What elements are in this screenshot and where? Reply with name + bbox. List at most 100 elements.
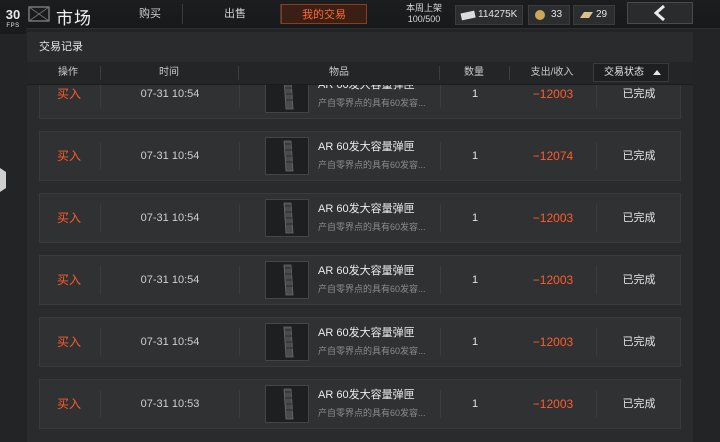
magazine-icon [283, 264, 294, 296]
row-amount: −12003 [532, 397, 574, 411]
currency-coin: 33 [528, 5, 570, 25]
row-time: 07-31 10:53 [140, 398, 200, 410]
trade-row[interactable]: 买入 07-31 10:53 AR 60发大容量弹匣 产自零界点的具有60发容.… [39, 379, 681, 429]
status-sort-button[interactable]: 交易状态 [593, 63, 669, 82]
row-amount: −12003 [532, 273, 574, 287]
currency-bar: 29 [573, 5, 615, 25]
currency-cash: 114275K [455, 5, 523, 25]
top-bar: 市场 购买 出售 我的交易 本周上架 100/500 114275K 33 29 [0, 0, 720, 29]
bar-value: 29 [596, 9, 608, 20]
bar-icon [580, 12, 593, 18]
col-qty: 数量 [464, 67, 484, 78]
row-divider [239, 328, 240, 356]
panel-title: 交易记录 [39, 41, 83, 53]
side-hex-icon [0, 168, 6, 192]
row-divider [239, 142, 240, 170]
row-time: 07-31 10:54 [140, 274, 200, 286]
item-description: 产自零界点的具有60发容... [318, 346, 426, 356]
trade-row[interactable]: 买入 07-31 10:54 AR 60发大容量弹匣 产自零界点的具有60发容.… [39, 317, 681, 367]
tab-sell[interactable]: 出售 [190, 4, 281, 24]
item-name: AR 60发大容量弹匣 [318, 327, 415, 339]
col-time: 时间 [159, 67, 179, 78]
row-action: 买入 [56, 335, 81, 349]
row-amount: −12003 [532, 211, 574, 225]
col-amount: 支出/收入 [530, 67, 574, 78]
row-status: 已完成 [622, 212, 656, 224]
fps-value: 30 [5, 7, 21, 22]
row-action: 买入 [56, 87, 81, 101]
weekly-listing-label: 本周上架 [405, 3, 442, 13]
item-description: 产自零界点的具有60发容... [318, 408, 426, 418]
coin-value: 33 [551, 9, 563, 20]
magazine-icon [283, 388, 294, 420]
col-action: 操作 [58, 67, 78, 78]
trade-row[interactable]: 买入 07-31 10:54 AR 60发大容量弹匣 产自零界点的具有60发容.… [39, 131, 681, 181]
row-status: 已完成 [622, 336, 656, 348]
row-quantity: 1 [471, 150, 479, 162]
trade-list[interactable]: 买入 07-31 10:54 AR 60发大容量弹匣 产自零界点的具有60发容.… [27, 85, 693, 442]
col-item: 物品 [329, 67, 349, 78]
row-quantity: 1 [471, 88, 479, 100]
tab-my-trades[interactable]: 我的交易 [281, 4, 367, 24]
page-title: 市场 [56, 9, 92, 28]
item-thumbnail [265, 385, 309, 423]
row-time: 07-31 10:54 [140, 212, 200, 224]
row-divider [239, 390, 240, 418]
row-action: 买入 [56, 273, 81, 287]
trade-row[interactable]: 买入 07-31 10:54 AR 60发大容量弹匣 产自零界点的具有60发容.… [39, 193, 681, 243]
magazine-icon [283, 326, 294, 358]
sort-up-icon [653, 70, 661, 75]
row-divider [239, 204, 240, 232]
row-time: 07-31 10:54 [140, 150, 200, 162]
coin-icon [535, 10, 545, 20]
item-thumbnail [265, 137, 309, 175]
item-name: AR 60发大容量弹匣 [318, 85, 415, 91]
fps-label: FPS [6, 23, 20, 29]
item-description: 产自零界点的具有60发容... [318, 160, 426, 170]
row-time: 07-31 10:54 [140, 88, 200, 100]
magazine-icon [283, 85, 294, 110]
cash-icon [460, 10, 476, 21]
trade-row[interactable]: 买入 07-31 10:54 AR 60发大容量弹匣 产自零界点的具有60发容.… [39, 255, 681, 305]
row-time: 07-31 10:54 [140, 336, 200, 348]
row-action: 买入 [56, 397, 81, 411]
item-name: AR 60发大容量弹匣 [318, 141, 415, 153]
row-status: 已完成 [622, 274, 656, 286]
table-header: 操作 时间 物品 数量 支出/收入 交易状态 [27, 62, 693, 85]
chevron-left-icon [653, 4, 665, 22]
row-divider [239, 85, 240, 108]
item-name: AR 60发大容量弹匣 [318, 265, 415, 277]
row-amount: −12003 [532, 87, 574, 101]
row-divider [239, 266, 240, 294]
item-name: AR 60发大容量弹匣 [318, 203, 415, 215]
weekly-listing-count: 100/500 [407, 14, 441, 24]
row-quantity: 1 [471, 212, 479, 224]
item-name: AR 60发大容量弹匣 [318, 389, 415, 401]
market-logo-icon [28, 6, 50, 22]
magazine-icon [283, 140, 294, 172]
row-action: 买入 [56, 211, 81, 225]
trade-history-panel: 交易记录 操作 时间 物品 数量 支出/收入 交易状态 买入 07-31 10:… [27, 32, 693, 442]
item-thumbnail [265, 199, 309, 237]
trade-row[interactable]: 买入 07-31 10:54 AR 60发大容量弹匣 产自零界点的具有60发容.… [39, 85, 681, 119]
back-button[interactable] [627, 2, 693, 24]
row-action: 买入 [56, 149, 81, 163]
weekly-listing: 本周上架 100/500 [402, 3, 446, 25]
row-status: 已完成 [622, 398, 656, 410]
cash-value: 114275K [478, 9, 518, 20]
row-quantity: 1 [471, 398, 479, 410]
magazine-icon [283, 202, 294, 234]
row-amount: −12074 [532, 149, 574, 163]
row-quantity: 1 [471, 336, 479, 348]
item-description: 产自零界点的具有60发容... [318, 98, 426, 108]
item-description: 产自零界点的具有60发容... [318, 284, 426, 294]
item-thumbnail [265, 85, 309, 113]
item-thumbnail [265, 323, 309, 361]
item-thumbnail [265, 261, 309, 299]
row-quantity: 1 [471, 274, 479, 286]
row-status: 已完成 [622, 150, 656, 162]
row-status: 已完成 [622, 88, 656, 100]
tab-buy[interactable]: 购买 [118, 4, 183, 24]
item-description: 产自零界点的具有60发容... [318, 222, 426, 232]
col-status: 交易状态 [604, 67, 644, 78]
